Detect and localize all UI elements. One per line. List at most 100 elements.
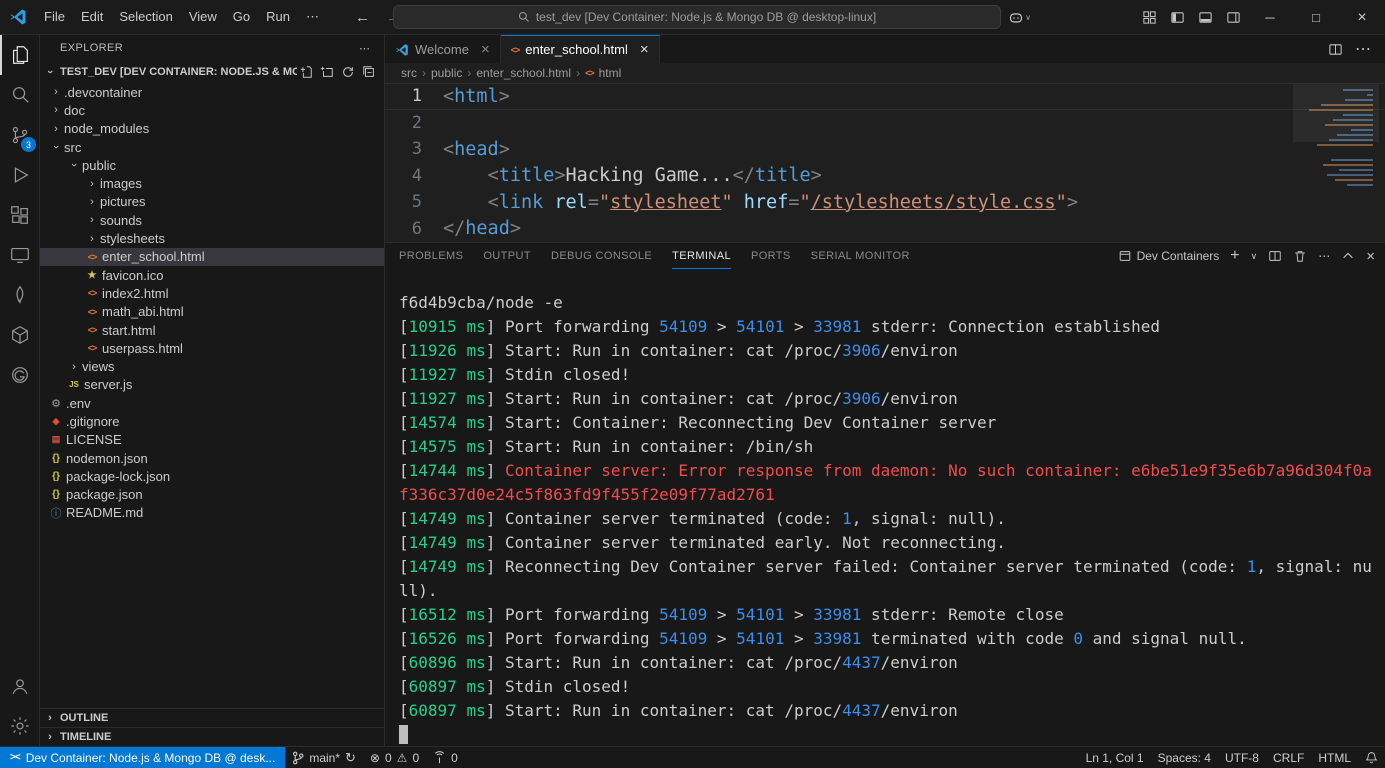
breadcrumb-item-html[interactable]: html <box>599 66 622 80</box>
maximize-button[interactable]: □ <box>1293 0 1339 35</box>
accounts-button[interactable] <box>0 666 39 706</box>
menu-item[interactable]: File <box>36 6 73 28</box>
menu-item[interactable]: Go <box>225 6 258 28</box>
outline-section[interactable]: › OUTLINE <box>40 708 384 727</box>
tree-item-images[interactable]: ›images <box>40 174 384 192</box>
ports-status[interactable]: 0 <box>426 747 465 768</box>
tree-item-.env[interactable]: ⚙.env <box>40 394 384 412</box>
code-line[interactable]: 1<html> <box>385 83 1385 110</box>
panel-tab-terminal[interactable]: TERMINAL <box>672 243 731 269</box>
tab-enter-school[interactable]: <> enter_school.html × <box>501 35 660 63</box>
eol-status[interactable]: CRLF <box>1266 747 1311 768</box>
tree-item-doc[interactable]: ›doc <box>40 101 384 119</box>
tree-item-math_abi.html[interactable]: <>math_abi.html <box>40 303 384 321</box>
menu-item[interactable]: ⋯ <box>298 6 327 28</box>
panel-more-actions-icon[interactable]: ⋯ <box>1318 249 1330 263</box>
tree-item-server.js[interactable]: JSserver.js <box>40 376 384 394</box>
close-panel-icon[interactable]: × <box>1366 248 1375 265</box>
problems-status[interactable]: ⊗ 0 ⚠ 0 <box>363 747 426 768</box>
activity-run-debug[interactable] <box>0 155 39 195</box>
tree-item-public[interactable]: ›public <box>40 156 384 174</box>
code-line[interactable]: 5 <link rel="stylesheet" href="/styleshe… <box>385 189 1385 216</box>
minimap[interactable] <box>1299 86 1373 189</box>
activity-mongodb[interactable] <box>0 275 39 315</box>
minimap-slider[interactable] <box>1293 84 1379 142</box>
tree-item-.devcontainer[interactable]: ›.devcontainer <box>40 83 384 101</box>
kill-terminal-trash-icon[interactable] <box>1293 249 1307 263</box>
close-tab-icon[interactable]: × <box>481 41 490 58</box>
tree-item-package-lock.json[interactable]: {}package-lock.json <box>40 467 384 485</box>
tree-item-pictures[interactable]: ›pictures <box>40 193 384 211</box>
notifications-bell[interactable] <box>1358 747 1385 768</box>
panel-tab-output[interactable]: OUTPUT <box>483 243 531 269</box>
tree-item-favicon.ico[interactable]: ★favicon.ico <box>40 266 384 284</box>
tree-item-userpass.html[interactable]: <>userpass.html <box>40 339 384 357</box>
menu-item[interactable]: View <box>181 6 225 28</box>
toggle-panel-icon[interactable] <box>1191 4 1219 32</box>
timeline-section[interactable]: › TIMELINE <box>40 727 384 746</box>
tree-item-stylesheets[interactable]: ›stylesheets <box>40 229 384 247</box>
branch-status[interactable]: main* ↻ <box>285 747 363 768</box>
close-button[interactable]: × <box>1339 0 1385 35</box>
workspace-section-header[interactable]: › TEST_DEV [DEV CONTAINER: NODE.JS & MON… <box>40 61 384 83</box>
tree-item-nodemon.json[interactable]: {}nodemon.json <box>40 449 384 467</box>
panel-tab-serial-monitor[interactable]: SERIAL MONITOR <box>811 243 910 269</box>
activity-search[interactable] <box>0 75 39 115</box>
menu-item[interactable]: Run <box>258 6 298 28</box>
activity-containers[interactable] <box>0 315 39 355</box>
cursor-position[interactable]: Ln 1, Col 1 <box>1079 747 1151 768</box>
panel-tab-ports[interactable]: PORTS <box>751 243 791 269</box>
activity-extensions[interactable] <box>0 195 39 235</box>
more-actions-icon[interactable]: ⋯ <box>359 42 370 55</box>
editor-more-actions-icon[interactable]: ⋯ <box>1355 39 1371 59</box>
activity-source-control[interactable]: 3 <box>0 115 39 155</box>
tree-item-LICENSE[interactable]: ▤LICENSE <box>40 431 384 449</box>
copilot-menu[interactable]: ∨ <box>1008 10 1031 26</box>
tree-item-index2.html[interactable]: <>index2.html <box>40 284 384 302</box>
code-line[interactable]: 3<head> <box>385 136 1385 163</box>
terminal-profile[interactable]: Dev Containers <box>1118 249 1220 263</box>
panel-tab-debug-console[interactable]: DEBUG CONSOLE <box>551 243 652 269</box>
refresh-icon[interactable] <box>341 65 355 79</box>
tree-item-views[interactable]: ›views <box>40 357 384 375</box>
tree-item-src[interactable]: ›src <box>40 138 384 156</box>
customize-layout-icon[interactable] <box>1135 4 1163 32</box>
tree-item-package.json[interactable]: {}package.json <box>40 486 384 504</box>
menu-item[interactable]: Edit <box>73 6 111 28</box>
tab-welcome[interactable]: Welcome × <box>385 35 501 63</box>
activity-gitlens[interactable] <box>0 355 39 395</box>
breadcrumb-item-enter_school.html[interactable]: enter_school.html <box>476 66 571 80</box>
menu-item[interactable]: Selection <box>111 6 180 28</box>
tree-item-node_modules[interactable]: ›node_modules <box>40 120 384 138</box>
toggle-sidebar-icon[interactable] <box>1163 4 1191 32</box>
toggle-secondary-sidebar-icon[interactable] <box>1219 4 1247 32</box>
panel-tab-problems[interactable]: PROBLEMS <box>399 243 463 269</box>
collapse-all-icon[interactable] <box>362 65 376 79</box>
new-file-icon[interactable] <box>299 65 313 79</box>
minimize-button[interactable]: ─ <box>1247 0 1293 35</box>
split-terminal-icon[interactable] <box>1268 249 1282 263</box>
tree-item-sounds[interactable]: ›sounds <box>40 211 384 229</box>
tree-item-enter_school.html[interactable]: <>enter_school.html <box>40 248 384 266</box>
remote-indicator[interactable]: >< Dev Container: Node.js & Mongo DB @ d… <box>0 747 285 768</box>
settings-button[interactable] <box>0 706 39 746</box>
tree-item-README.md[interactable]: ⓘREADME.md <box>40 504 384 522</box>
code-line[interactable]: 2 <box>385 110 1385 137</box>
tree-item-.gitignore[interactable]: ◆.gitignore <box>40 412 384 430</box>
new-terminal-button[interactable]: + <box>1230 248 1239 264</box>
code-line[interactable]: 6</head> <box>385 216 1385 243</box>
indentation-status[interactable]: Spaces: 4 <box>1151 747 1218 768</box>
code-line[interactable]: 4 <title>Hacking Game...</title> <box>385 163 1385 190</box>
terminal-dropdown-chevron-icon[interactable]: ∨ <box>1251 251 1258 262</box>
language-status[interactable]: HTML <box>1311 747 1358 768</box>
breadcrumb-item-public[interactable]: public <box>431 66 462 80</box>
encoding-status[interactable]: UTF-8 <box>1218 747 1266 768</box>
tree-item-start.html[interactable]: <>start.html <box>40 321 384 339</box>
breadcrumb-item-src[interactable]: src <box>401 66 417 80</box>
command-center[interactable]: test_dev [Dev Container: Node.js & Mongo… <box>393 5 1001 29</box>
activity-remote-explorer[interactable] <box>0 235 39 275</box>
maximize-panel-chevron-icon[interactable] <box>1341 249 1355 263</box>
activity-explorer[interactable] <box>0 35 39 75</box>
back-arrow-icon[interactable]: ← <box>355 9 370 26</box>
terminal-output[interactable]: f6d4b9cba/node -e[10915 ms] Port forward… <box>385 269 1385 746</box>
